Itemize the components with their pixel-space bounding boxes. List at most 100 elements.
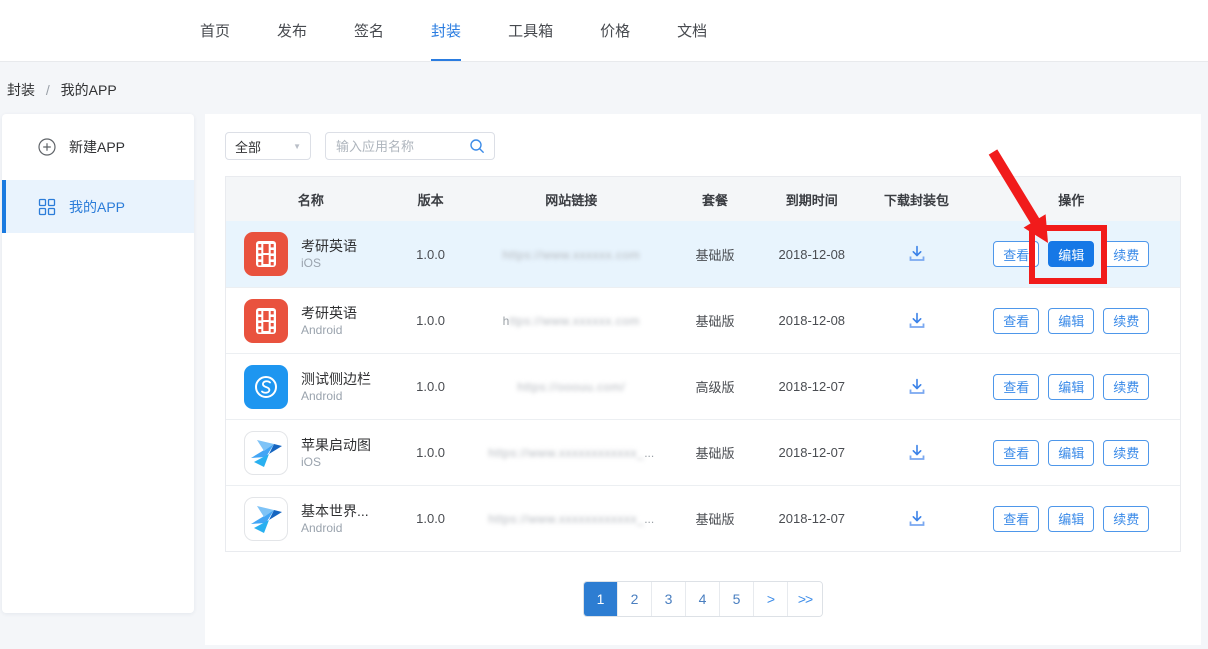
bird-icon xyxy=(244,497,288,541)
table-row: 苹果启动图 iOS 1.0.0 https://www.xxxxxxxxxxxx… xyxy=(226,419,1180,485)
app-expire-date: 2018-12-08 xyxy=(753,313,871,328)
breadcrumb-current: 我的APP xyxy=(61,82,117,98)
app-plan: 高级版 xyxy=(677,377,753,396)
app-name: 考研英语 xyxy=(301,237,357,255)
sidebar: 新建APP 我的APP xyxy=(2,114,194,613)
app-table: 名称 版本 网站链接 套餐 到期时间 下载封装包 操作 考研英语 iOS xyxy=(225,176,1181,552)
app-plan: 基础版 xyxy=(677,443,753,462)
app-url-masked: https://www.xxxxxxxxxxxx_... xyxy=(466,511,678,526)
app-expire-date: 2018-12-07 xyxy=(753,379,871,394)
col-header-expire: 到期时间 xyxy=(753,190,871,209)
app-version: 1.0.0 xyxy=(396,511,466,526)
edit-button[interactable]: 编辑 xyxy=(1048,440,1094,466)
page-next-icon[interactable]: > xyxy=(754,582,788,616)
col-header-download: 下载封装包 xyxy=(871,190,963,209)
film-icon xyxy=(244,299,288,343)
page-5[interactable]: 5 xyxy=(720,582,754,616)
grid-icon xyxy=(38,198,56,216)
app-platform: Android xyxy=(301,520,369,536)
nav-tab-home[interactable]: 首页 xyxy=(200,0,230,61)
app-url-masked: https://ooouu.com/ xyxy=(466,379,678,394)
view-button[interactable]: 查看 xyxy=(993,308,1039,334)
col-header-name: 名称 xyxy=(226,190,396,209)
s-logo-icon xyxy=(244,365,288,409)
table-row: 基本世界... Android 1.0.0 https://www.xxxxxx… xyxy=(226,485,1180,551)
sidebar-item-label: 新建APP xyxy=(69,137,125,157)
nav-tab-docs[interactable]: 文档 xyxy=(677,0,707,61)
search-input[interactable] xyxy=(336,139,468,154)
filter-select[interactable]: 全部 ▼ xyxy=(225,132,311,160)
sidebar-item-my-app[interactable]: 我的APP xyxy=(2,180,194,233)
sidebar-item-label: 我的APP xyxy=(69,197,125,217)
app-name: 测试侧边栏 xyxy=(301,370,371,388)
col-header-plan: 套餐 xyxy=(677,190,753,209)
bird-icon xyxy=(244,431,288,475)
film-icon xyxy=(244,232,288,276)
download-icon[interactable] xyxy=(906,508,928,530)
renew-button[interactable]: 续费 xyxy=(1103,374,1149,400)
app-name: 苹果启动图 xyxy=(301,436,371,454)
app-version: 1.0.0 xyxy=(396,445,466,460)
top-navigation-bar: 首页 发布 签名 封装 工具箱 价格 文档 xyxy=(0,0,1208,62)
page-last-icon[interactable]: >> xyxy=(788,582,822,616)
page-1[interactable]: 1 xyxy=(584,582,618,616)
app-platform: Android xyxy=(301,322,357,338)
download-icon[interactable] xyxy=(906,442,928,464)
app-platform: iOS xyxy=(301,454,371,470)
download-icon[interactable] xyxy=(906,376,928,398)
view-button[interactable]: 查看 xyxy=(993,506,1039,532)
view-button[interactable]: 查看 xyxy=(993,241,1039,267)
renew-button[interactable]: 续费 xyxy=(1103,241,1149,267)
nav-tab-sign[interactable]: 签名 xyxy=(354,0,384,61)
app-url-masked: https://www.xxxxxx.com xyxy=(466,247,678,262)
nav-tab-publish[interactable]: 发布 xyxy=(277,0,307,61)
app-version: 1.0.0 xyxy=(396,313,466,328)
table-row: 考研英语 iOS 1.0.0 https://www.xxxxxx.com 基础… xyxy=(226,221,1180,287)
plus-circle-icon xyxy=(38,138,56,156)
download-icon[interactable] xyxy=(906,310,928,332)
edit-button[interactable]: 编辑 xyxy=(1048,506,1094,532)
app-version: 1.0.0 xyxy=(396,379,466,394)
app-name: 基本世界... xyxy=(301,502,369,520)
view-button[interactable]: 查看 xyxy=(993,440,1039,466)
nav-tab-package[interactable]: 封装 xyxy=(431,0,461,61)
app-version: 1.0.0 xyxy=(396,247,466,262)
renew-button[interactable]: 续费 xyxy=(1103,506,1149,532)
edit-button[interactable]: 编辑 xyxy=(1048,308,1094,334)
sidebar-item-new-app[interactable]: 新建APP xyxy=(2,114,194,180)
table-header: 名称 版本 网站链接 套餐 到期时间 下载封装包 操作 xyxy=(226,177,1180,221)
breadcrumb-separator: / xyxy=(46,82,50,98)
page-2[interactable]: 2 xyxy=(618,582,652,616)
nav-tab-toolbox[interactable]: 工具箱 xyxy=(508,0,553,61)
col-header-actions: 操作 xyxy=(962,190,1180,209)
app-url-masked: https://www.xxxxxx.com xyxy=(466,313,678,328)
breadcrumb-parent[interactable]: 封装 xyxy=(7,82,35,98)
search-box xyxy=(325,132,495,160)
app-url-masked: https://www.xxxxxxxxxxxx_... xyxy=(466,445,678,460)
filter-toolbar: 全部 ▼ xyxy=(225,132,495,160)
app-name: 考研英语 xyxy=(301,304,357,322)
app-plan: 基础版 xyxy=(677,311,753,330)
page-3[interactable]: 3 xyxy=(652,582,686,616)
nav-tab-price[interactable]: 价格 xyxy=(600,0,630,61)
col-header-url: 网站链接 xyxy=(466,190,678,209)
download-icon[interactable] xyxy=(906,243,928,265)
table-row: 考研英语 Android 1.0.0 https://www.xxxxxx.co… xyxy=(226,287,1180,353)
search-icon[interactable] xyxy=(468,137,486,155)
filter-select-value: 全部 xyxy=(235,137,261,156)
breadcrumb: 封装 / 我的APP xyxy=(7,80,117,100)
main-nav: 首页 发布 签名 封装 工具箱 价格 文档 xyxy=(0,0,1208,61)
edit-button[interactable]: 编辑 xyxy=(1048,241,1094,267)
app-expire-date: 2018-12-07 xyxy=(753,445,871,460)
view-button[interactable]: 查看 xyxy=(993,374,1039,400)
renew-button[interactable]: 续费 xyxy=(1103,308,1149,334)
app-plan: 基础版 xyxy=(677,509,753,528)
app-expire-date: 2018-12-07 xyxy=(753,511,871,526)
renew-button[interactable]: 续费 xyxy=(1103,440,1149,466)
main-panel: 全部 ▼ 名称 版本 网站链接 套餐 到期时间 下载封装包 操作 xyxy=(205,114,1201,645)
col-header-version: 版本 xyxy=(396,190,466,209)
page-4[interactable]: 4 xyxy=(686,582,720,616)
edit-button[interactable]: 编辑 xyxy=(1048,374,1094,400)
app-plan: 基础版 xyxy=(677,245,753,264)
app-platform: iOS xyxy=(301,255,357,271)
